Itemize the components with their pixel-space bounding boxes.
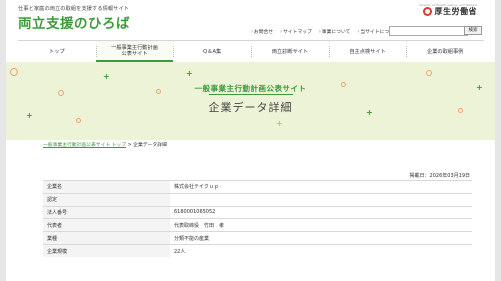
utility-link-contact[interactable]: お問合せ (251, 28, 273, 35)
page: 仕事と家庭の両立の取組を支援する情報サイト 両立支援のひろば Ministry … (6, 0, 495, 281)
row-value-certification (170, 192, 472, 207)
nav-case-studies[interactable]: 企業の取組事例 (406, 41, 484, 62)
table-row: 業種 分類不能の産業 (43, 231, 472, 245)
utility-links: お問合せ サイトマップ 事業について 当サイトについて (251, 28, 399, 35)
table-row: 企業名 株式会社テイクｕｐ (43, 180, 472, 194)
decor-plus-icon: + (186, 69, 193, 78)
utility-link-sitemap[interactable]: サイトマップ (280, 28, 312, 35)
breadcrumb-link-home[interactable]: 一般事業主行動計画公表サイト トップ (43, 143, 126, 148)
decor-circle-icon (10, 68, 18, 76)
banner-subtitle: 一般事業主行動計画公表サイト (194, 84, 307, 93)
table-row: 企業規模 22人 (43, 243, 472, 258)
decor-plus-icon: + (103, 72, 110, 81)
table-row: 法人番号 6180001065052 (43, 205, 472, 219)
nav-action-plan[interactable]: 一般事業主行動計画 公表サイト (95, 41, 174, 62)
row-label-company-name: 企業名 (43, 180, 170, 194)
decor-circle-icon (426, 70, 432, 76)
nav-action-plan-label: 一般事業主行動計画 公表サイト (111, 44, 158, 57)
decor-plus-icon: + (276, 119, 283, 128)
ministry-mark-icon (422, 7, 432, 16)
row-label-certification: 認定 (43, 192, 170, 207)
published-date: 掲載日：2026年03月19日 (409, 173, 470, 179)
page-banner: + + + + + + 一般事業主行動計画公表サイト 企業データ詳細 (6, 62, 495, 140)
breadcrumb: 一般事業主行動計画公表サイト トップ > 企業データ詳細 (43, 141, 167, 148)
nav-top[interactable]: トップ (18, 41, 96, 62)
row-value-representative: 代表取締役 竹田 孝 (170, 218, 472, 232)
search-button[interactable]: 検索 (464, 25, 482, 35)
banner-divider (209, 94, 293, 95)
search-input[interactable] (389, 26, 468, 36)
row-value-corporate-number: 6180001065052 (170, 205, 472, 219)
row-label-corporate-number: 法人番号 (43, 205, 170, 219)
site-tagline: 仕事と家庭の両立の取組を支援する情報サイト (18, 6, 130, 12)
row-value-company-name: 株式会社テイクｕｐ (170, 180, 472, 194)
nav-diagnosis[interactable]: 両立診断サイト (251, 41, 329, 62)
company-detail-table: 企業名 株式会社テイクｕｐ 認定 法人番号 6180001065052 代表者 … (43, 180, 472, 258)
table-row: 認定 (43, 192, 472, 207)
row-value-industry: 分類不能の産業 (170, 231, 472, 245)
row-label-company-size: 企業規模 (43, 243, 170, 258)
decor-circle-icon (76, 118, 81, 123)
row-value-company-size: 22人 (170, 243, 472, 258)
page-title: 企業データ詳細 (208, 101, 293, 114)
site-logo[interactable]: 両立支援のひろば (18, 12, 130, 32)
utility-link-about-project[interactable]: 事業について (319, 28, 351, 35)
row-label-industry: 業種 (43, 231, 170, 245)
nav-self-check[interactable]: 自主点検サイト (328, 41, 407, 62)
main-nav: トップ 一般事業主行動計画 公表サイト Q＆A集 両立診断サイト 自主点検サイト… (18, 40, 484, 63)
ministry-name: 厚生労働省 (434, 7, 477, 16)
breadcrumb-current: 企業データ詳細 (133, 143, 167, 148)
ministry-logo[interactable]: Ministry of Health, Labour and Welfare 厚… (419, 3, 477, 17)
row-label-representative: 代表者 (43, 218, 170, 232)
table-row: 代表者 代表取締役 竹田 孝 (43, 218, 472, 232)
nav-faq[interactable]: Q＆A集 (173, 41, 251, 62)
